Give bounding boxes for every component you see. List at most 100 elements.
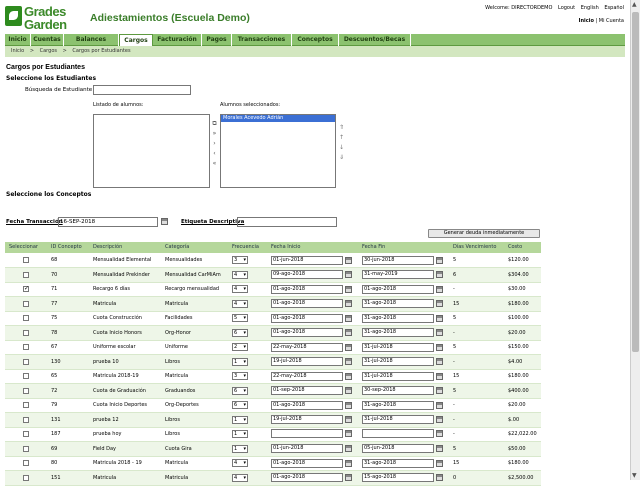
fecha-fin-input[interactable]: 31-jul-2018 — [362, 357, 434, 367]
selected-students-list[interactable]: Morales Acevedo Adrián — [220, 114, 336, 188]
fecha-inicio-input[interactable] — [271, 428, 343, 438]
vertical-scrollbar[interactable]: ▲ ▼ — [630, 0, 640, 480]
row-checkbox[interactable] — [23, 460, 29, 466]
row-checkbox[interactable] — [23, 387, 29, 394]
move-right-icon[interactable]: › — [211, 140, 218, 148]
fecha-inicio-input[interactable]: 22-may-2018 — [271, 371, 343, 381]
tab-facturacion[interactable]: Facturación — [153, 34, 202, 46]
row-checkbox[interactable] — [23, 257, 29, 263]
move-all-left-icon[interactable]: « — [211, 160, 218, 168]
move-left-icon[interactable]: ‹ — [211, 150, 218, 158]
fecha-fin-input[interactable]: 31-ago-2018 — [362, 328, 434, 338]
fecha-inicio-input[interactable]: 01-jun-2018 — [271, 255, 343, 265]
frecuencia-select[interactable]: 4 — [232, 285, 248, 294]
row-checkbox[interactable] — [23, 315, 29, 321]
fecha-inicio-input[interactable]: 01-ago-2018 — [271, 313, 343, 323]
fecha-fin-input[interactable]: 15-ago-2018 — [362, 473, 434, 483]
tab-inicio[interactable]: Inicio — [5, 34, 31, 46]
frecuencia-select[interactable]: 6 — [232, 401, 248, 410]
row-checkbox[interactable] — [23, 445, 29, 452]
grades-garden-logo[interactable]: Grades Garden — [4, 3, 86, 32]
calendar-icon[interactable] — [436, 429, 443, 437]
calendar-icon[interactable] — [345, 343, 352, 351]
fecha-inicio-input[interactable]: 01-ago-2018 — [271, 284, 343, 294]
calendar-icon[interactable] — [436, 401, 443, 409]
calendar-icon[interactable] — [436, 256, 443, 264]
calendar-icon[interactable] — [436, 271, 443, 279]
row-checkbox[interactable] — [23, 358, 29, 365]
fecha-inicio-input[interactable]: 01-ago-2018 — [271, 328, 343, 338]
calendar-icon[interactable] — [436, 372, 443, 380]
calendar-icon[interactable] — [161, 218, 168, 225]
frecuencia-select[interactable]: 6 — [232, 386, 248, 395]
calendar-icon[interactable] — [345, 285, 352, 293]
fecha-inicio-input[interactable]: 19-jul-2018 — [271, 415, 343, 425]
row-checkbox[interactable] — [23, 373, 29, 379]
breadcrumb-cargos[interactable]: Cargos — [40, 48, 57, 54]
frecuencia-select[interactable]: 1 — [232, 415, 248, 424]
calendar-icon[interactable] — [436, 445, 443, 453]
etiqueta-input[interactable] — [237, 217, 337, 227]
fecha-fin-input[interactable]: 31-ago-2018 — [362, 313, 434, 323]
selected-student-item[interactable]: Morales Acevedo Adrián — [221, 115, 335, 122]
student-search-input[interactable] — [93, 85, 191, 95]
scroll-thumb[interactable] — [632, 12, 639, 352]
fecha-fin-input[interactable]: 31-ago-2018 — [362, 458, 434, 468]
frecuencia-select[interactable]: 3 — [232, 256, 248, 265]
row-checkbox[interactable] — [23, 300, 29, 307]
fecha-fin-input[interactable]: 31-ago-2018 — [362, 400, 434, 410]
calendar-icon[interactable] — [345, 314, 352, 322]
fecha-fin-input[interactable]: 31-jul-2018 — [362, 371, 434, 381]
frecuencia-select[interactable]: 4 — [232, 459, 248, 468]
fecha-fin-input[interactable]: 30-sep-2018 — [362, 386, 434, 396]
fecha-fin-input[interactable]: 31-jul-2018 — [362, 342, 434, 352]
calendar-icon[interactable] — [345, 329, 352, 337]
fecha-inicio-input[interactable]: 01-sep-2018 — [271, 386, 343, 396]
calendar-icon[interactable] — [436, 285, 443, 293]
frecuencia-select[interactable]: 4 — [232, 473, 248, 482]
espanol-link[interactable]: Español — [604, 5, 624, 11]
move-all-right-icon[interactable]: » — [211, 130, 218, 138]
calendar-icon[interactable] — [436, 329, 443, 337]
frecuencia-select[interactable]: 3 — [232, 372, 248, 381]
calendar-icon[interactable] — [436, 387, 443, 395]
fecha-fin-input[interactable]: 31-ago-2018 — [362, 299, 434, 309]
row-checkbox[interactable] — [23, 416, 29, 423]
calendar-icon[interactable] — [345, 372, 352, 380]
calendar-icon[interactable] — [345, 271, 352, 279]
calendar-icon[interactable] — [345, 401, 352, 409]
row-checkbox[interactable] — [23, 285, 29, 292]
frecuencia-select[interactable]: 4 — [232, 270, 248, 279]
row-checkbox[interactable] — [23, 344, 29, 350]
fecha-inicio-input[interactable]: 22-may-2018 — [271, 342, 343, 352]
fecha-fin-input[interactable]: 01-ago-2018 — [362, 284, 434, 294]
calendar-icon[interactable] — [436, 459, 443, 467]
move-bottom-icon[interactable]: ⇓ — [338, 154, 345, 162]
fecha-inicio-input[interactable]: 01-jun-2018 — [271, 444, 343, 454]
frecuencia-select[interactable]: 1 — [232, 444, 248, 453]
inicio-link[interactable]: Inicio — [579, 18, 594, 24]
calendar-icon[interactable] — [436, 416, 443, 424]
frecuencia-select[interactable]: 6 — [232, 328, 248, 337]
fecha-fin-input[interactable]: 31-may-2019 — [362, 270, 434, 280]
fecha-fin-input[interactable]: 05-jun-2018 — [362, 444, 434, 454]
calendar-icon[interactable] — [436, 358, 443, 366]
fecha-inicio-input[interactable]: 01-ago-2018 — [271, 400, 343, 410]
scroll-up-icon[interactable]: ▲ — [632, 1, 637, 8]
fecha-inicio-input[interactable]: 19-jul-2018 — [271, 357, 343, 367]
tab-balances[interactable]: Balances — [64, 34, 119, 46]
row-checkbox[interactable] — [23, 329, 29, 336]
calendar-icon[interactable] — [345, 416, 352, 424]
english-link[interactable]: English — [581, 5, 599, 11]
frecuencia-select[interactable]: 1 — [232, 430, 248, 439]
generate-debt-button[interactable]: Generar deuda inmediatamente — [428, 229, 540, 238]
frecuencia-select[interactable]: 5 — [232, 314, 248, 323]
move-top-icon[interactable]: ⇑ — [338, 124, 345, 132]
move-down-icon[interactable]: ↓ — [338, 144, 345, 152]
calendar-icon[interactable] — [345, 429, 352, 437]
calendar-icon[interactable] — [436, 474, 443, 482]
row-checkbox[interactable] — [23, 271, 29, 278]
calendar-icon[interactable] — [436, 314, 443, 322]
calendar-icon[interactable] — [345, 300, 352, 308]
calendar-icon[interactable] — [345, 445, 352, 453]
